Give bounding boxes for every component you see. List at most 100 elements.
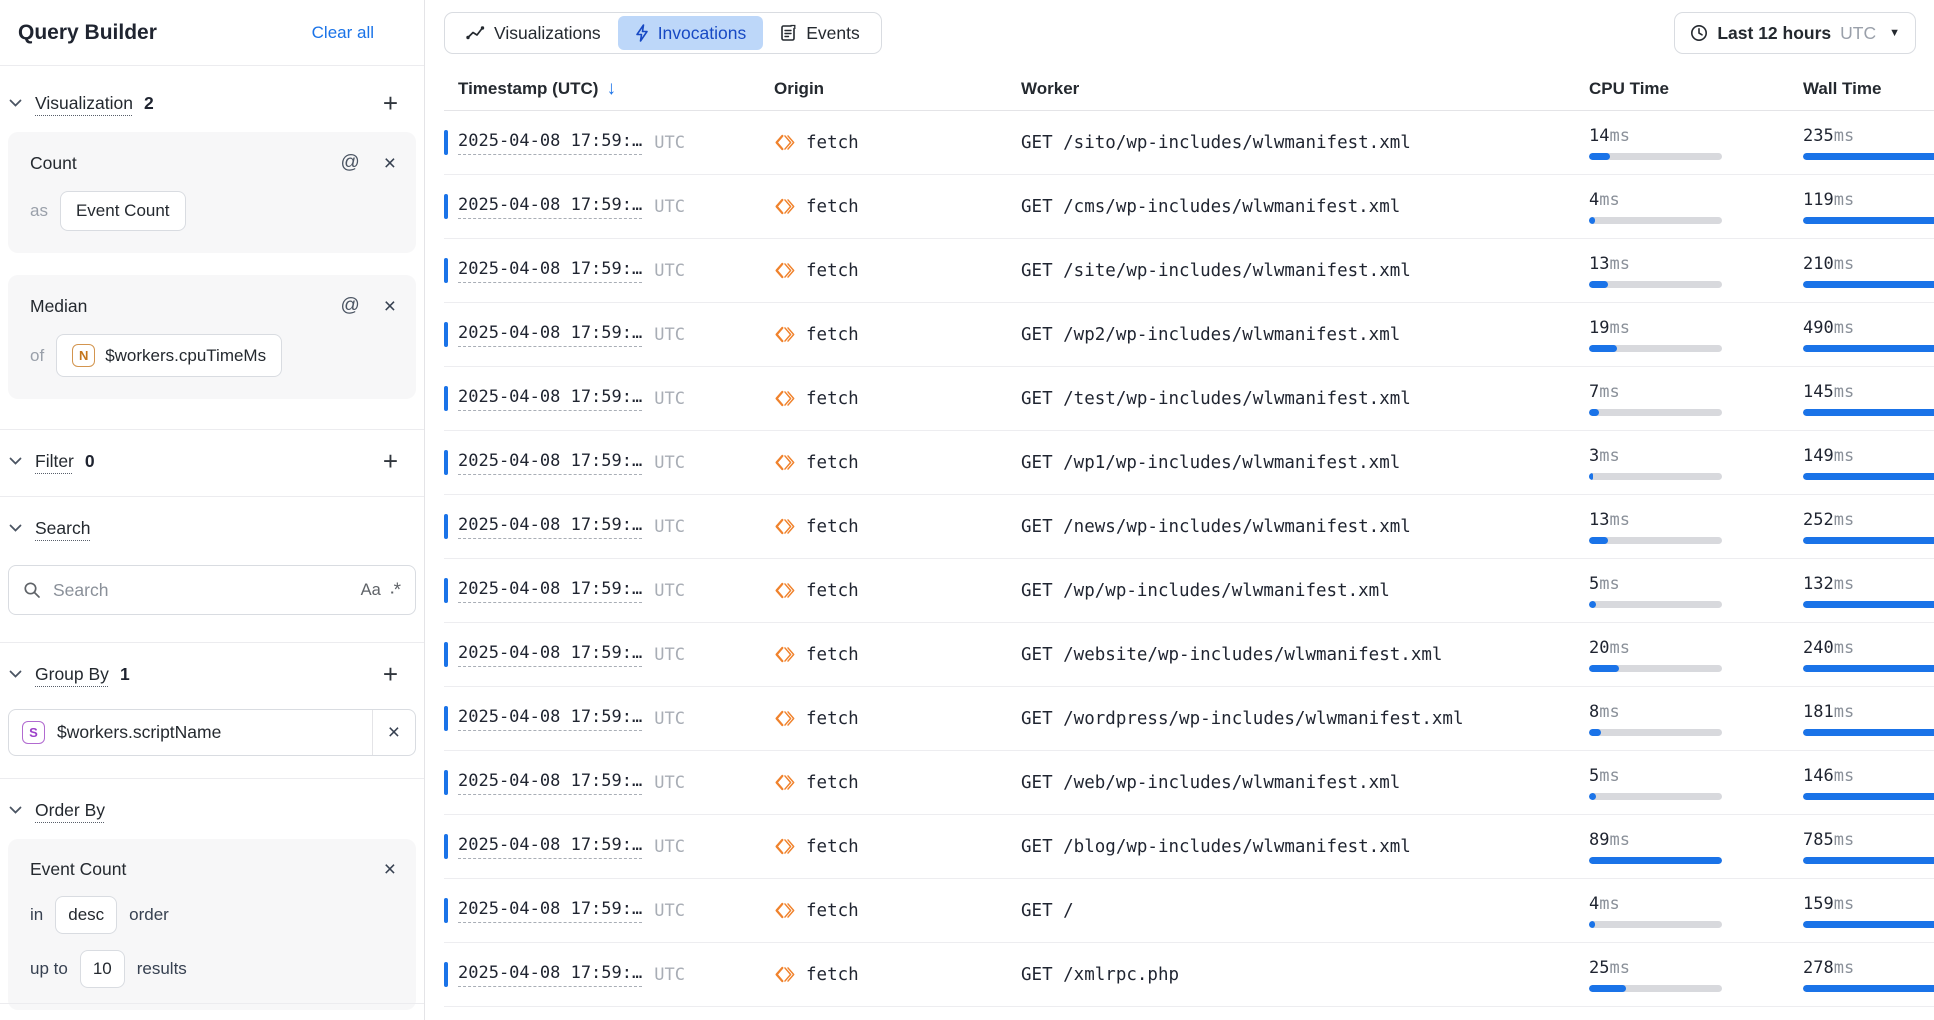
timestamp-value[interactable]: 2025-04-08 17:59:…	[458, 963, 642, 987]
section-label-filter[interactable]: Filter	[35, 451, 74, 472]
close-icon[interactable]: ×	[384, 296, 396, 317]
section-label-groupby[interactable]: Group By	[35, 664, 109, 685]
table-row[interactable]: 2025-04-08 17:59:… UTC fetch GET /sito/w…	[444, 111, 1934, 175]
worker-request: GET /site/wp-includes/wlwmanifest.xml	[1021, 261, 1589, 281]
timestamp-value[interactable]: 2025-04-08 17:59:…	[458, 451, 642, 475]
timestamp-value[interactable]: 2025-04-08 17:59:…	[458, 771, 642, 795]
row-indicator-bar	[444, 898, 448, 923]
chevron-down-icon[interactable]	[8, 97, 23, 109]
tab-events[interactable]: Events	[763, 16, 877, 50]
at-icon[interactable]: @	[340, 152, 359, 174]
cpu-time-unit: ms	[1609, 958, 1629, 978]
cpu-time-unit: ms	[1609, 126, 1629, 146]
field-name: $workers.cpuTimeMs	[105, 346, 266, 366]
time-range-selector[interactable]: Last 12 hours UTC ▼	[1674, 12, 1916, 54]
table-row[interactable]: 2025-04-08 17:59:… UTC fetch GET /wp1/wp…	[444, 431, 1934, 495]
alias-chip[interactable]: Event Count	[60, 191, 186, 231]
chevron-down-icon[interactable]	[8, 455, 23, 467]
table-row[interactable]: 2025-04-08 17:59:… UTC fetch GET /news/w…	[444, 495, 1934, 559]
invocations-table: 2025-04-08 17:59:… UTC fetch GET /sito/w…	[444, 111, 1934, 1007]
of-label: of	[30, 346, 44, 366]
timestamp-value[interactable]: 2025-04-08 17:59:…	[458, 643, 642, 667]
column-header-timestamp[interactable]: Timestamp (UTC) ↓	[444, 64, 774, 100]
orderby-card: Event Count × in desc order up to 10 res…	[8, 839, 416, 1010]
timestamp-value[interactable]: 2025-04-08 17:59:…	[458, 387, 642, 411]
timestamp-value[interactable]: 2025-04-08 17:59:…	[458, 195, 642, 219]
table-row[interactable]: 2025-04-08 17:59:… UTC fetch GET /web/wp…	[444, 751, 1934, 815]
chevron-down-icon[interactable]	[8, 522, 23, 534]
add-filter-button[interactable]: +	[383, 448, 398, 474]
wall-time-cell: 149ms	[1803, 446, 1934, 480]
column-header-wall-time[interactable]: Wall Time	[1803, 65, 1934, 99]
section-label-search[interactable]: Search	[35, 518, 90, 539]
remove-groupby-button[interactable]: ×	[372, 710, 415, 755]
cpu-time-cell: 89ms	[1589, 830, 1803, 864]
add-visualization-button[interactable]: +	[383, 90, 398, 116]
timestamp-value[interactable]: 2025-04-08 17:59:…	[458, 835, 642, 859]
table-row[interactable]: 2025-04-08 17:59:… UTC fetch GET / 4ms 1…	[444, 879, 1934, 943]
limit-input[interactable]: 10	[80, 950, 125, 988]
origin-value: fetch	[806, 517, 859, 537]
row-indicator-bar	[444, 386, 448, 411]
table-row[interactable]: 2025-04-08 17:59:… UTC fetch GET /blog/w…	[444, 815, 1934, 879]
origin-value: fetch	[806, 325, 859, 345]
table-row[interactable]: 2025-04-08 17:59:… UTC fetch GET /xmlrpc…	[444, 943, 1934, 1007]
regex-toggle[interactable]: ▪*	[391, 581, 401, 600]
wall-time-unit: ms	[1834, 638, 1854, 658]
wall-time-unit: ms	[1834, 766, 1854, 786]
wall-time-unit: ms	[1834, 318, 1854, 338]
lightning-bolt-icon	[635, 24, 649, 42]
view-tab-group: Visualizations Invocations Events	[444, 12, 882, 54]
worker-request: GET /sito/wp-includes/wlwmanifest.xml	[1021, 133, 1589, 153]
sort-descending-icon[interactable]: ↓	[606, 78, 616, 100]
timestamp-value[interactable]: 2025-04-08 17:59:…	[458, 707, 642, 731]
table-row[interactable]: 2025-04-08 17:59:… UTC fetch GET /site/w…	[444, 239, 1934, 303]
column-header-worker[interactable]: Worker	[1021, 65, 1589, 99]
search-input[interactable]	[51, 579, 351, 602]
table-row[interactable]: 2025-04-08 17:59:… UTC fetch GET /websit…	[444, 623, 1934, 687]
add-groupby-button[interactable]: +	[383, 661, 398, 687]
cpu-time-unit: ms	[1599, 190, 1619, 210]
fetch-event-icon	[774, 644, 795, 665]
timestamp-value[interactable]: 2025-04-08 17:59:…	[458, 323, 642, 347]
worker-request: GET /wp/wp-includes/wlwmanifest.xml	[1021, 581, 1589, 601]
column-header-cpu-time[interactable]: CPU Time	[1589, 65, 1803, 99]
section-label-visualization[interactable]: Visualization	[35, 93, 133, 114]
wall-time-cell: 490ms	[1803, 318, 1934, 352]
card-title: Count	[30, 153, 77, 174]
caret-down-icon: ▼	[1889, 27, 1900, 39]
table-row[interactable]: 2025-04-08 17:59:… UTC fetch GET /wp/wp-…	[444, 559, 1934, 623]
close-icon[interactable]: ×	[384, 859, 396, 880]
tab-visualizations[interactable]: Visualizations	[449, 16, 618, 50]
cpu-time-value: 4	[1589, 190, 1599, 210]
table-row[interactable]: 2025-04-08 17:59:… UTC fetch GET /wordpr…	[444, 687, 1934, 751]
section-label-orderby[interactable]: Order By	[35, 800, 105, 821]
case-sensitive-toggle[interactable]: Aa	[361, 581, 381, 600]
close-icon[interactable]: ×	[384, 153, 396, 174]
row-indicator-bar	[444, 578, 448, 603]
section-groupby-header: Group By 1 +	[0, 653, 424, 695]
cpu-time-cell: 5ms	[1589, 574, 1803, 608]
timestamp-value[interactable]: 2025-04-08 17:59:…	[458, 899, 642, 923]
timestamp-value[interactable]: 2025-04-08 17:59:…	[458, 259, 642, 283]
divider	[0, 778, 424, 779]
table-row[interactable]: 2025-04-08 17:59:… UTC fetch GET /test/w…	[444, 367, 1934, 431]
fetch-event-icon	[774, 452, 795, 473]
chevron-down-icon[interactable]	[8, 804, 23, 816]
sort-direction-select[interactable]: desc	[55, 896, 117, 934]
chevron-down-icon[interactable]	[8, 668, 23, 680]
clear-all-link[interactable]: Clear all	[312, 23, 374, 43]
table-row[interactable]: 2025-04-08 17:59:… UTC fetch GET /cms/wp…	[444, 175, 1934, 239]
table-row[interactable]: 2025-04-08 17:59:… UTC fetch GET /wp2/wp…	[444, 303, 1934, 367]
field-chip[interactable]: N $workers.cpuTimeMs	[56, 334, 282, 377]
wall-time-unit: ms	[1834, 254, 1854, 274]
timestamp-value[interactable]: 2025-04-08 17:59:…	[458, 131, 642, 155]
groupby-field-row[interactable]: S $workers.scriptName ×	[8, 709, 416, 756]
timestamp-value[interactable]: 2025-04-08 17:59:…	[458, 515, 642, 539]
cpu-time-value: 3	[1589, 446, 1599, 466]
tab-invocations[interactable]: Invocations	[618, 16, 764, 50]
wall-time-value: 146	[1803, 766, 1834, 786]
timestamp-value[interactable]: 2025-04-08 17:59:…	[458, 579, 642, 603]
column-header-origin[interactable]: Origin	[774, 65, 1021, 99]
at-icon[interactable]: @	[340, 295, 359, 317]
